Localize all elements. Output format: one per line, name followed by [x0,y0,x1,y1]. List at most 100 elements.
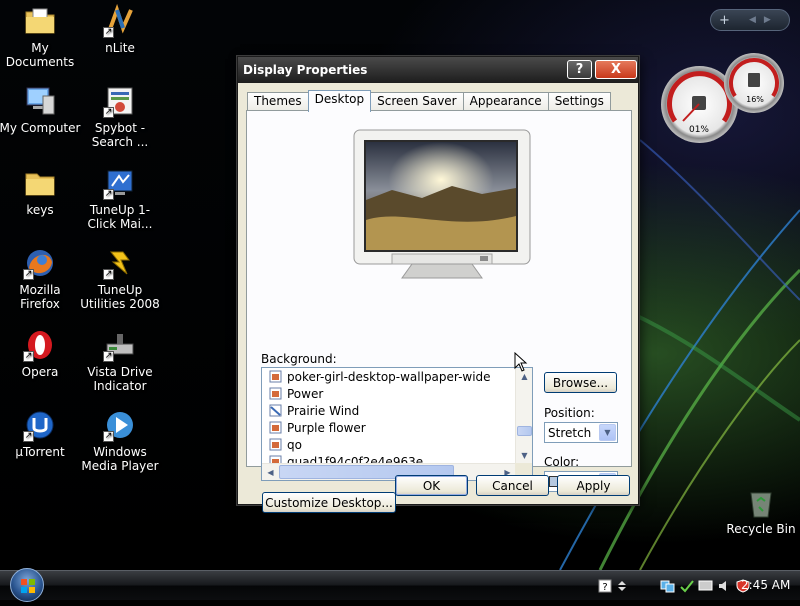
ok-button[interactable]: OK [395,475,468,496]
desktop-icon-my-documents[interactable]: My Documents [0,4,82,69]
background-listbox[interactable]: poker-girl-desktop-wallpaper-wide Power … [261,367,533,481]
vertical-scroll-thumb[interactable] [517,426,532,436]
tab-themes[interactable]: Themes [247,92,309,111]
browse-button[interactable]: Browse... [544,372,617,393]
add-gadget-button[interactable]: + [719,13,741,28]
next-gadget-arrow-icon[interactable]: ▶ [764,15,771,25]
svg-text:?: ? [602,582,607,593]
shortcut-arrow-icon: ↗ [103,269,114,280]
position-label: Position: [544,406,595,420]
desktop-icon-tuneup-utilities[interactable]: ↗ TuneUp Utilities 2008 [78,246,162,311]
desktop-tab-panel: Background: poker-girl-desktop-wallpaper… [246,110,632,513]
desktop-icon-label: Vista Drive Indicator [87,365,153,393]
desktop-icon-recycle-bin[interactable]: Recycle Bin [726,487,796,536]
close-button[interactable]: X [595,60,637,79]
shortcut-arrow-icon: ↗ [23,269,34,280]
system-tray [660,577,750,595]
desktop-icon-label: nLite [105,41,135,55]
volume-icon[interactable] [717,579,733,593]
desktop-icon-keys[interactable]: keys [0,166,82,217]
tab-appearance[interactable]: Appearance [462,92,549,111]
help-icon[interactable]: ? [598,579,612,593]
shortcut-arrow-icon: ↗ [23,431,34,442]
folder-icon [23,166,57,200]
display-icon[interactable] [698,579,714,593]
computer-icon [23,84,57,118]
vertical-scrollbar[interactable]: ▲ ▼ [515,368,532,464]
list-item-label: Purple flower [287,420,366,435]
scroll-left-arrow-icon[interactable]: ◀ [263,465,278,480]
desktop-icon-label: keys [26,203,54,217]
dialog-titlebar[interactable]: Display Properties ? X [238,57,638,83]
start-button[interactable] [10,568,44,602]
shortcut-arrow-icon: ↗ [103,431,114,442]
desktop-icon-opera[interactable]: ↗ Opera [0,328,82,379]
media-player-icon: ↗ [103,408,137,442]
help-button[interactable]: ? [567,60,592,79]
background-label: Background: [261,352,337,366]
network-icon[interactable] [660,579,676,593]
opera-icon: ↗ [23,328,57,362]
customize-desktop-button[interactable]: Customize Desktop... [262,492,396,513]
desktop-icon-utorrent[interactable]: ↗ µTorrent [0,408,82,459]
desktop-icon-label: My Documents [5,41,75,69]
scroll-down-arrow-icon[interactable]: ▼ [517,448,532,463]
list-item-label: Power [287,386,324,401]
shortcut-arrow-icon: ↗ [103,27,114,38]
desktop-icon-tuneup-1click[interactable]: ↗ TuneUp 1-Click Mai... [78,166,162,231]
memory-dial-icon: 16% [729,58,779,104]
desktop-icon-nlite[interactable]: ↗ nLite [78,3,162,55]
shortcut-arrow-icon: ↗ [103,107,114,118]
image-file-icon [269,370,282,383]
position-value: Stretch [548,425,592,440]
dialog-title: Display Properties [243,63,368,77]
tuneup-icon: ↗ [103,166,137,200]
windows-logo-icon [21,579,35,593]
list-item[interactable]: Prairie Wind [262,402,516,419]
desktop-icon-label: Mozilla Firefox [19,283,61,311]
tab-screen-saver[interactable]: Screen Saver [370,92,464,111]
recycle-bin-icon [750,492,772,518]
desktop-icon-vista-drive-indicator[interactable]: ↗ Vista Drive Indicator [78,328,162,393]
monitor-preview [352,128,532,288]
desktop-icon-label: Spybot - Search ... [91,121,149,149]
spybot-icon: ↗ [103,84,137,118]
cpu-percent: 01% [689,125,709,135]
image-file-icon [269,438,282,451]
utorrent-icon: ↗ [23,408,57,442]
desktop-icon-my-computer[interactable]: My Computer [0,84,82,135]
desktop-icon-windows-media-player[interactable]: ↗ Windows Media Player [78,408,162,473]
cancel-button[interactable]: Cancel [476,475,549,496]
previous-gadget-arrow-icon[interactable]: ◀ [749,15,756,25]
list-item[interactable]: Power [262,385,516,402]
apply-button[interactable]: Apply [557,475,630,496]
sidebar-control: + ◀ ▶ [710,9,790,31]
update-icon[interactable] [679,579,695,593]
tab-settings[interactable]: Settings [547,92,611,111]
memory-meter-gadget[interactable]: 16% [724,53,784,113]
tab-desktop[interactable]: Desktop [307,90,372,112]
desktop-icon-label: My Computer [0,121,81,135]
shortcut-arrow-icon: ↗ [103,189,114,200]
desktop-icon-firefox[interactable]: ↗ Mozilla Firefox [0,246,82,311]
firefox-icon: ↗ [23,246,57,280]
desktop-icon-label: TuneUp 1-Click Mai... [87,203,153,231]
list-item[interactable]: poker-girl-desktop-wallpaper-wide [262,368,516,385]
list-item[interactable]: Purple flower [262,419,516,436]
desktop-icon-label: Opera [21,365,59,379]
list-item[interactable]: qo [262,436,516,453]
desktop-icon-label: TuneUp Utilities 2008 [80,283,160,311]
taskbar-clock[interactable]: 2:45 AM [741,578,790,592]
desktop-icon-spybot[interactable]: ↗ Spybot - Search ... [78,84,162,149]
desktop-icon-label: Windows Media Player [81,445,159,473]
tab-strip: Themes Desktop Screen Saver Appearance S… [247,90,611,112]
shortcut-arrow-icon: ↗ [23,351,34,362]
image-file-icon [269,387,282,400]
memory-percent: 16% [746,95,764,104]
list-item-label: qo [287,437,302,452]
recycle-bin-label: Recycle Bin [726,522,796,536]
shortcut-arrow-icon: ↗ [103,351,114,362]
position-select[interactable]: Stretch ▼ [544,422,618,443]
tray-chevron-icon[interactable] [616,579,628,593]
chevron-down-icon[interactable]: ▼ [599,424,616,441]
